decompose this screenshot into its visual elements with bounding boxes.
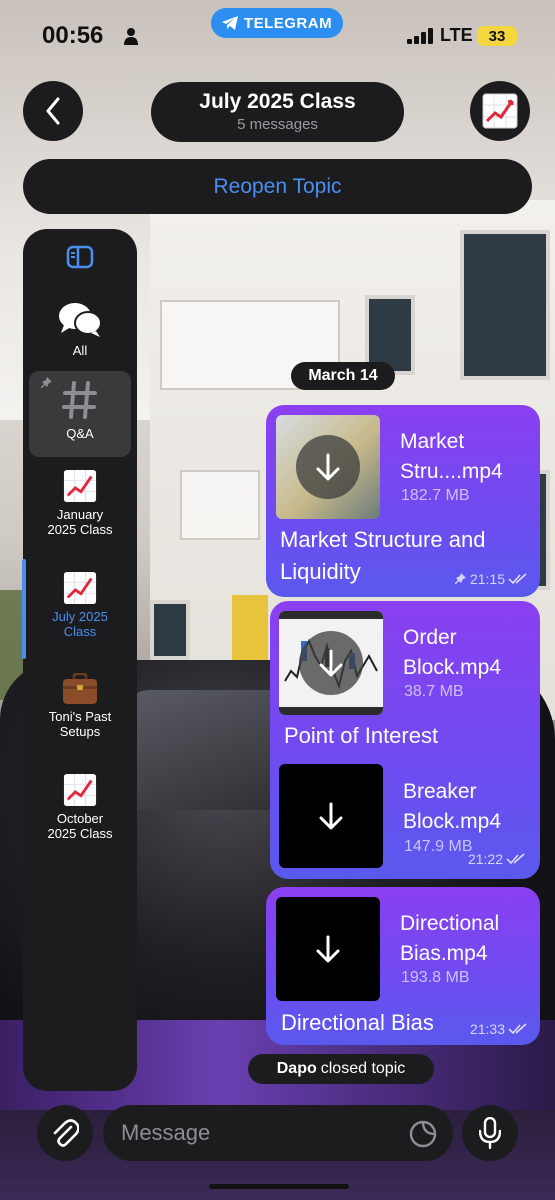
video-thumbnail[interactable]: [279, 764, 383, 868]
person-icon: [124, 28, 138, 45]
message-video-market-structure[interactable]: Market Stru....mp4 182.7 MB Market Struc…: [266, 405, 540, 597]
chart-increasing-icon: [63, 469, 97, 503]
briefcase-icon: [63, 673, 97, 704]
back-button[interactable]: [23, 81, 83, 141]
system-action: closed topic: [320, 1060, 406, 1077]
pin-icon: [41, 377, 52, 388]
arrow-down-icon: [319, 802, 343, 830]
sidebar-toggle-icon[interactable]: [66, 245, 94, 269]
hash-icon: [62, 381, 97, 419]
message-input[interactable]: [121, 1105, 401, 1161]
telegram-return-pill[interactable]: TELEGRAM: [211, 8, 343, 38]
arrow-down-icon: [319, 649, 343, 677]
paperclip-icon: [53, 1119, 79, 1147]
video-thumbnail[interactable]: [276, 415, 380, 519]
video-thumbnail[interactable]: [279, 611, 383, 715]
status-bar: 00:56 TELEGRAM LTE 33: [0, 0, 555, 70]
signal-strength-icon: [407, 28, 433, 44]
sidebar-item-label: July 2025 Class: [52, 609, 108, 639]
message-meta: 21:15: [454, 571, 528, 587]
double-check-icon: [506, 853, 525, 865]
status-time: 00:56: [42, 22, 104, 49]
sidebar-item-qa[interactable]: Q&A: [29, 371, 131, 457]
sidebar-item-january-2025-class[interactable]: January 2025 Class: [23, 469, 137, 537]
sidebar-item-label: January 2025 Class: [47, 507, 113, 537]
message-meta: 21:33: [470, 1021, 528, 1037]
chat-title[interactable]: July 2025 Class 5 messages: [151, 82, 404, 142]
telegram-pill-label: TELEGRAM: [243, 14, 333, 32]
file-size: 182.7 MB: [401, 487, 470, 504]
message-video-directional-bias[interactable]: Directional Bias.mp4 193.8 MB Directiona…: [266, 887, 540, 1045]
voice-record-button[interactable]: [462, 1105, 518, 1161]
chart-increasing-icon: [482, 93, 518, 129]
sidebar-item-label: Q&A: [66, 426, 94, 441]
home-indicator: [209, 1184, 349, 1189]
message-time: 21:22: [467, 851, 503, 867]
microphone-icon: [479, 1117, 501, 1149]
telegram-plane-icon: [221, 16, 238, 30]
download-button[interactable]: [296, 435, 360, 499]
sidebar-item-july-2025-class[interactable]: July 2025 Class: [23, 571, 137, 639]
message-time: 21:33: [469, 1021, 505, 1037]
arrow-down-icon: [316, 453, 340, 481]
file-name: Order Block.mp4: [403, 626, 502, 679]
chart-increasing-icon: [63, 571, 97, 605]
message-caption: Point of Interest: [284, 723, 439, 748]
file-name: Directional Bias.mp4: [400, 912, 500, 965]
file-size: 193.8 MB: [401, 969, 470, 986]
message-input-container[interactable]: [103, 1105, 453, 1161]
video-thumbnail[interactable]: [276, 897, 380, 1001]
speech-bubbles-icon: [59, 303, 102, 337]
arrow-down-icon: [316, 935, 340, 963]
chart-increasing-icon: [63, 773, 97, 807]
sidebar-item-label: All: [72, 343, 88, 358]
file-name: Market Stru....mp4: [400, 430, 503, 483]
message-caption: Directional Bias: [281, 1010, 434, 1035]
topics-sidebar: All Q&A January 2025 Class July 2025 Cla…: [22, 229, 137, 1091]
chevron-left-icon: [46, 97, 60, 125]
topic-closed-notice: Dapo closed topic: [248, 1054, 434, 1084]
file-name: Breaker Block.mp4: [403, 780, 502, 833]
date-separator: March 14: [291, 362, 395, 390]
battery-indicator: 33: [477, 26, 517, 46]
message-meta: 21:22: [468, 851, 526, 867]
download-button[interactable]: [299, 631, 363, 695]
message-count: 5 messages: [237, 116, 318, 133]
sidebar-item-tonis-past-setups[interactable]: Toni's Past Setups: [23, 673, 137, 739]
sidebar-item-label: Toni's Past Setups: [48, 709, 112, 739]
sidebar-item-october-2025-class[interactable]: October 2025 Class: [23, 773, 137, 841]
double-check-icon: [508, 573, 527, 585]
file-size: 38.7 MB: [404, 683, 464, 700]
reopen-topic-button[interactable]: Reopen Topic: [23, 159, 532, 214]
message-time: 21:15: [469, 571, 505, 587]
sticker-icon[interactable]: [409, 1120, 437, 1148]
topic-title: July 2025 Class: [199, 90, 356, 113]
sidebar-item-all[interactable]: All: [23, 301, 137, 358]
topic-avatar[interactable]: [470, 81, 530, 141]
network-type: LTE: [440, 25, 473, 45]
actor-name: Dapo: [276, 1060, 317, 1077]
sidebar-item-label: October 2025 Class: [47, 811, 113, 841]
message-video-album[interactable]: Order Block.mp4 38.7 MB Point of Interes…: [270, 601, 540, 879]
double-check-icon: [508, 1023, 527, 1035]
attach-button[interactable]: [37, 1105, 93, 1161]
pin-icon: [454, 573, 466, 584]
file-size: 147.9 MB: [404, 838, 473, 855]
